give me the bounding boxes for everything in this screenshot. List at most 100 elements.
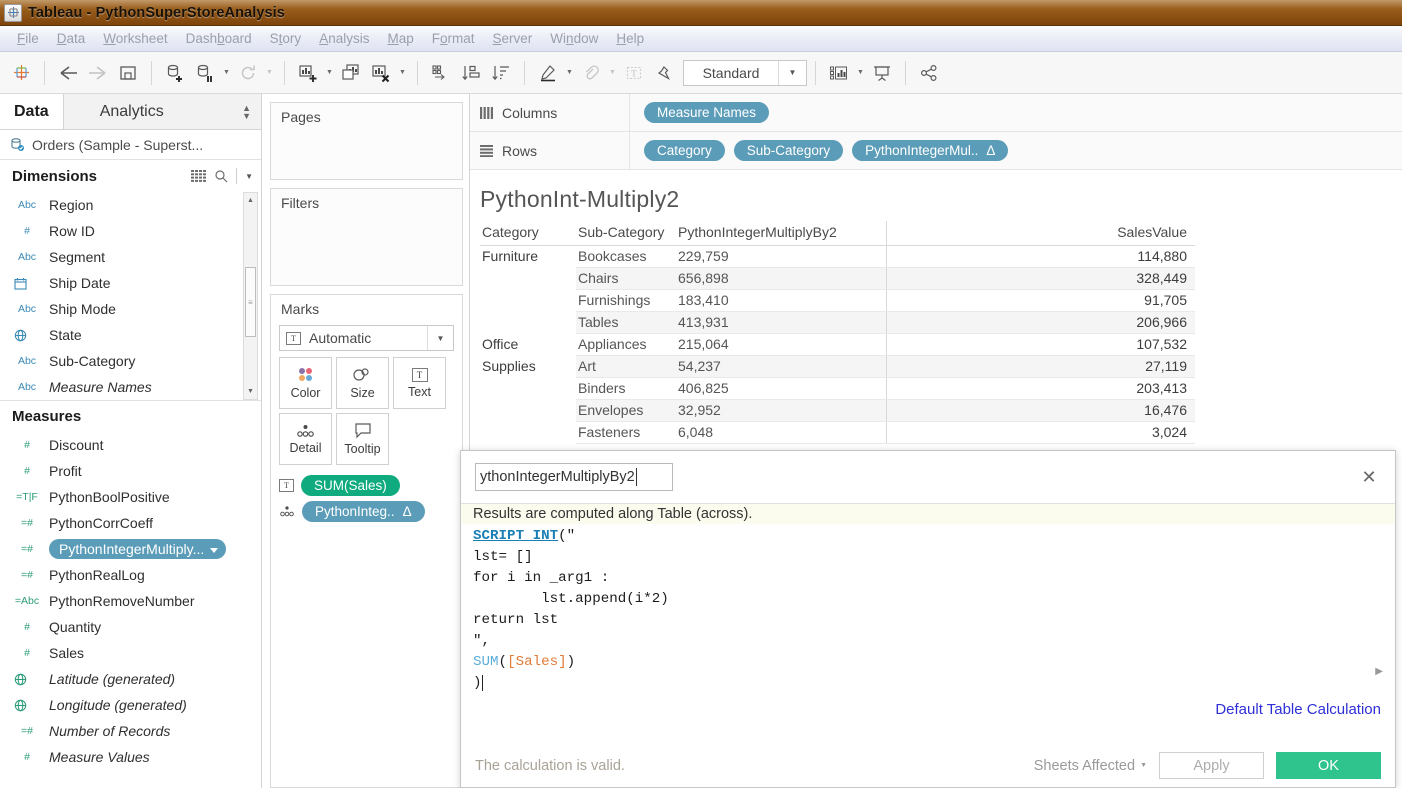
marks-tooltip-button[interactable]: Tooltip <box>336 413 389 465</box>
measure-item-number-of-records[interactable]: =#Number of Records <box>0 718 261 744</box>
text-icon[interactable]: T <box>279 479 294 492</box>
save-icon[interactable] <box>113 58 143 88</box>
calculation-name-input[interactable]: ythonIntegerMultiplyBy2 <box>475 463 673 491</box>
rows-shelf[interactable]: Rows CategorySub-CategoryPythonIntegerMu… <box>470 132 1402 170</box>
share-icon[interactable] <box>914 58 944 88</box>
scroll-up-icon[interactable]: ▲ <box>244 193 257 208</box>
dimension-item-state[interactable]: State <box>0 322 261 348</box>
measure-item-quantity[interactable]: #Quantity <box>0 614 261 640</box>
marks-text-button[interactable]: T Text <box>393 357 446 409</box>
table-row[interactable]: SuppliesArt54,23727,119 <box>480 356 1195 378</box>
duplicate-sheet-icon[interactable] <box>336 58 366 88</box>
dimension-item-segment[interactable]: AbcSegment <box>0 244 261 270</box>
measure-item-latitude-generated[interactable]: Latitude (generated) <box>0 666 261 692</box>
clear-sheet-dropdown-icon[interactable]: ▼ <box>396 59 409 87</box>
menu-worksheet[interactable]: Worksheet <box>94 28 176 49</box>
table-row[interactable]: Furnishings183,41091,705 <box>480 290 1195 312</box>
sort-descending-icon[interactable] <box>486 58 516 88</box>
new-data-source-icon[interactable] <box>160 58 190 88</box>
group-dropdown-icon[interactable]: ▼ <box>606 59 619 87</box>
fit-dropdown[interactable]: Standard ▼ <box>683 60 807 86</box>
menu-format[interactable]: Format <box>423 28 484 49</box>
dimensions-scrollbar[interactable]: ▲ ≡ ▼ <box>243 192 258 400</box>
table-row[interactable]: Binders406,825203,413 <box>480 378 1195 400</box>
mark-type-dropdown[interactable]: T Automatic ▼ <box>279 325 454 351</box>
measure-item-pythonreallog[interactable]: =#PythonRealLog <box>0 562 261 588</box>
filters-shelf[interactable]: Filters <box>270 188 463 286</box>
presentation-mode-icon[interactable] <box>867 58 897 88</box>
sheets-affected-dropdown[interactable]: Sheets Affected ▼ <box>1034 758 1147 774</box>
scroll-down-icon[interactable]: ▼ <box>244 384 257 399</box>
dimensions-menu-icon[interactable]: ▼ <box>245 172 253 181</box>
dimension-item-sub-category[interactable]: AbcSub-Category <box>0 348 261 374</box>
dimension-item-region[interactable]: AbcRegion <box>0 192 261 218</box>
measure-item-pythonintegermultiply[interactable]: =#PythonIntegerMultiply... <box>0 536 261 562</box>
dimension-item-ship-date[interactable]: Ship Date <box>0 270 261 296</box>
dimension-item-ship-mode[interactable]: AbcShip Mode <box>0 296 261 322</box>
tab-data[interactable]: Data <box>0 94 63 129</box>
forward-arrow-icon[interactable] <box>83 58 113 88</box>
measure-item-profit[interactable]: #Profit <box>0 458 261 484</box>
measure-item-pythonremovenumber[interactable]: =AbcPythonRemoveNumber <box>0 588 261 614</box>
rows-pill-sub-category[interactable]: Sub-Category <box>734 140 843 161</box>
sort-ascending-icon[interactable] <box>456 58 486 88</box>
menu-help[interactable]: Help <box>607 28 653 49</box>
pause-auto-updates-icon[interactable] <box>190 58 220 88</box>
dimension-item-measure-names[interactable]: AbcMeasure Names <box>0 374 261 400</box>
highlight-icon[interactable] <box>533 58 563 88</box>
datasource-row[interactable]: Orders (Sample - Superst... <box>0 130 261 160</box>
grid-view-icon[interactable] <box>191 170 206 182</box>
table-row[interactable]: Chairs656,898328,449 <box>480 268 1195 290</box>
show-me-icon[interactable] <box>824 58 854 88</box>
new-worksheet-dropdown-icon[interactable]: ▼ <box>323 59 336 87</box>
table-row[interactable]: Tables413,931206,966 <box>480 312 1195 334</box>
group-members-icon[interactable] <box>576 58 606 88</box>
columns-pill-measure-names[interactable]: Measure Names <box>644 102 769 123</box>
measure-item-discount[interactable]: #Discount <box>0 432 261 458</box>
ok-button[interactable]: OK <box>1276 752 1381 779</box>
menu-data[interactable]: Data <box>48 28 95 49</box>
menu-map[interactable]: Map <box>378 28 422 49</box>
apply-button[interactable]: Apply <box>1159 752 1264 779</box>
measure-item-pythonboolpositive[interactable]: =T|FPythonBoolPositive <box>0 484 261 510</box>
search-icon[interactable] <box>214 169 228 183</box>
measure-item-longitude-generated[interactable]: Longitude (generated) <box>0 692 261 718</box>
marks-detail-button[interactable]: Detail <box>279 413 332 465</box>
measure-item-measure-values[interactable]: #Measure Values <box>0 744 261 770</box>
tab-analytics[interactable]: Analytics ▲▼ <box>63 94 261 129</box>
expand-panel-icon[interactable]: ▶ <box>1375 666 1383 677</box>
menu-dashboard[interactable]: Dashboard <box>177 28 261 49</box>
show-me-dropdown-icon[interactable]: ▼ <box>854 59 867 87</box>
dimension-item-row-id[interactable]: #Row ID <box>0 218 261 244</box>
calculation-formula[interactable]: SCRIPT_INT(" lst= [] for i in _arg1 : ls… <box>461 524 1395 694</box>
back-arrow-icon[interactable] <box>53 58 83 88</box>
refresh-dropdown-icon[interactable]: ▼ <box>263 59 276 87</box>
rows-pill-category[interactable]: Category <box>644 140 725 161</box>
menu-window[interactable]: Window <box>541 28 607 49</box>
close-icon[interactable]: ✕ <box>1357 465 1381 489</box>
fix-axes-icon[interactable] <box>649 58 679 88</box>
chevron-down-icon[interactable]: ▼ <box>427 326 453 350</box>
table-row[interactable]: Fasteners6,0483,024 <box>480 422 1195 444</box>
calculation-editor[interactable]: Results are computed along Table (across… <box>461 503 1395 701</box>
default-table-calculation-link[interactable]: Default Table Calculation <box>1215 701 1381 718</box>
new-worksheet-icon[interactable] <box>293 58 323 88</box>
menu-file[interactable]: File <box>8 28 48 49</box>
menu-analysis[interactable]: Analysis <box>310 28 378 49</box>
marks-pill-pythoninteg[interactable]: PythonInteg..Δ <box>302 501 425 522</box>
clear-sheet-icon[interactable] <box>366 58 396 88</box>
table-row[interactable]: FurnitureBookcases229,759114,880 <box>480 246 1195 268</box>
swap-rows-columns-icon[interactable] <box>426 58 456 88</box>
scrollbar-thumb[interactable]: ≡ <box>245 267 256 337</box>
rows-pill-pythonintegermul[interactable]: PythonIntegerMul..Δ <box>852 140 1008 161</box>
detail-dots-icon[interactable] <box>279 505 295 518</box>
show-mark-labels-icon[interactable]: T <box>619 58 649 88</box>
columns-shelf[interactable]: Columns Measure Names <box>470 94 1402 132</box>
pause-updates-dropdown-icon[interactable]: ▼ <box>220 59 233 87</box>
measure-item-sales[interactable]: #Sales <box>0 640 261 666</box>
measure-item-pythoncorrcoeff[interactable]: =#PythonCorrCoeff <box>0 510 261 536</box>
marks-color-button[interactable]: Color <box>279 357 332 409</box>
highlight-dropdown-icon[interactable]: ▼ <box>563 59 576 87</box>
table-row[interactable]: OfficeAppliances215,064107,532 <box>480 334 1195 356</box>
marks-size-button[interactable]: Size <box>336 357 389 409</box>
